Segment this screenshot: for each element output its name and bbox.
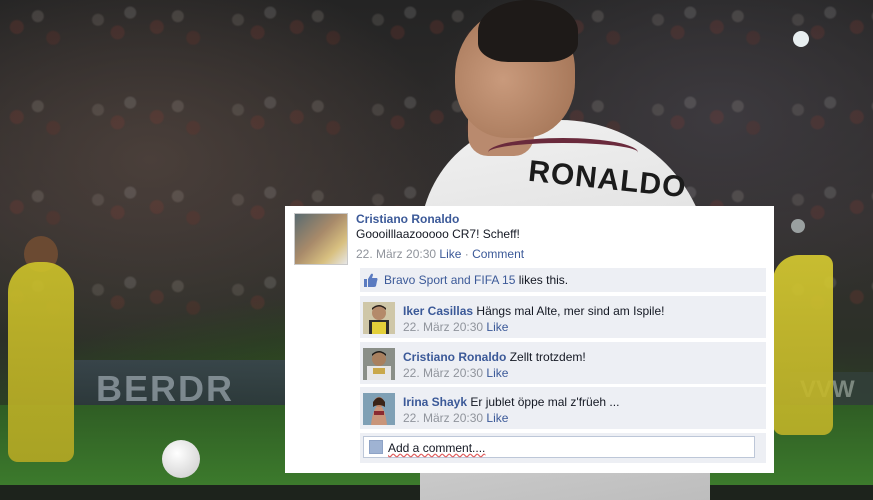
likes-suffix: likes this. bbox=[518, 273, 569, 287]
football bbox=[162, 440, 200, 478]
comment-like-link[interactable]: Like bbox=[486, 411, 508, 425]
meta-separator: · bbox=[464, 247, 469, 261]
comment-meta: 22. März 20:30 Like bbox=[403, 411, 508, 425]
comment-avatar[interactable] bbox=[363, 302, 395, 334]
divider bbox=[360, 429, 766, 431]
comment-meta: 22. März 20:30 Like bbox=[403, 366, 508, 380]
add-comment-row: Add a comment.... bbox=[360, 433, 766, 463]
player-right bbox=[773, 255, 833, 435]
player-hair bbox=[478, 0, 578, 62]
divider bbox=[360, 292, 766, 294]
likes-text: Bravo Sport and FIFA 15 likes this. bbox=[384, 273, 568, 287]
comment-date[interactable]: 22. März 20:30 bbox=[403, 411, 483, 425]
add-comment-input[interactable]: Add a comment.... bbox=[363, 436, 755, 458]
comment-item: Cristiano Ronaldo Zellt trotzdem! 22. Mä… bbox=[360, 342, 766, 384]
post-author-avatar[interactable] bbox=[294, 213, 348, 265]
comment-line: Iker Casillas Hängs mal Alte, mer sind a… bbox=[403, 304, 664, 318]
comment-like-link[interactable]: Like bbox=[486, 366, 508, 380]
comment-date[interactable]: 22. März 20:30 bbox=[403, 320, 483, 334]
stadium-light bbox=[791, 219, 805, 233]
post-author-name[interactable]: Cristiano Ronaldo bbox=[356, 212, 459, 226]
add-comment-placeholder: Add a comment.... bbox=[388, 441, 486, 455]
likes-names[interactable]: Bravo Sport and FIFA 15 bbox=[384, 273, 515, 287]
comment-text: Zellt trotzdem! bbox=[509, 350, 586, 364]
comment-box-icon bbox=[369, 440, 383, 454]
comment-line: Irina Shayk Er jublet öppe mal z'früeh .… bbox=[403, 395, 619, 409]
comment-author[interactable]: Iker Casillas bbox=[403, 304, 473, 318]
post-like-link[interactable]: Like bbox=[439, 247, 461, 261]
stadium-light bbox=[793, 31, 809, 47]
comment-date[interactable]: 22. März 20:30 bbox=[403, 366, 483, 380]
comment-line: Cristiano Ronaldo Zellt trotzdem! bbox=[403, 350, 586, 364]
player-left bbox=[8, 262, 74, 462]
post-comment-link[interactable]: Comment bbox=[472, 247, 524, 261]
comment-avatar[interactable] bbox=[363, 348, 395, 380]
advertising-board-text: BERDR bbox=[96, 368, 235, 409]
thumbs-up-icon bbox=[364, 273, 378, 287]
comment-author[interactable]: Cristiano Ronaldo bbox=[403, 350, 506, 364]
comment-meta: 22. März 20:30 Like bbox=[403, 320, 508, 334]
comment-item: Iker Casillas Hängs mal Alte, mer sind a… bbox=[360, 296, 766, 338]
comment-text: Er jublet öppe mal z'früeh ... bbox=[470, 395, 620, 409]
facebook-post-card: Cristiano Ronaldo Goooilllaazooooo CR7! … bbox=[285, 206, 774, 473]
post-date[interactable]: 22. März 20:30 bbox=[356, 247, 436, 261]
comment-item: Irina Shayk Er jublet öppe mal z'früeh .… bbox=[360, 387, 766, 429]
post-text: Goooilllaazooooo CR7! Scheff! bbox=[356, 227, 520, 241]
divider bbox=[360, 384, 766, 386]
comment-text: Hängs mal Alte, mer sind am Ispile! bbox=[476, 304, 665, 318]
comment-author[interactable]: Irina Shayk bbox=[403, 395, 467, 409]
likes-bar: Bravo Sport and FIFA 15 likes this. bbox=[360, 268, 766, 292]
comment-like-link[interactable]: Like bbox=[486, 320, 508, 334]
post-meta: 22. März 20:30 Like · Comment bbox=[356, 247, 524, 261]
divider bbox=[360, 338, 766, 340]
comment-avatar[interactable] bbox=[363, 393, 395, 425]
